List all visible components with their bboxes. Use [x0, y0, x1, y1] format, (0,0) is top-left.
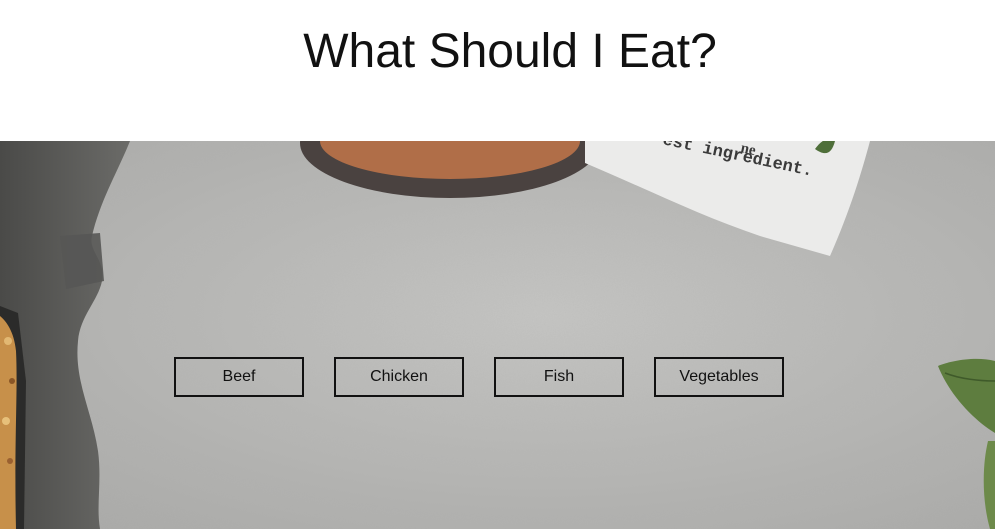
category-button-beef[interactable]: Beef	[174, 357, 304, 397]
food-background-image: ne est ingredient.	[0, 141, 995, 529]
page-header: What Should I Eat?	[0, 0, 995, 141]
category-button-vegetables[interactable]: Vegetables	[654, 357, 784, 397]
page-title: What Should I Eat?	[303, 25, 717, 78]
category-button-fish[interactable]: Fish	[494, 357, 624, 397]
category-button-chicken[interactable]: Chicken	[334, 357, 464, 397]
hero-background: ne est ingredient. Beef Chicken Fish Veg…	[0, 141, 995, 529]
